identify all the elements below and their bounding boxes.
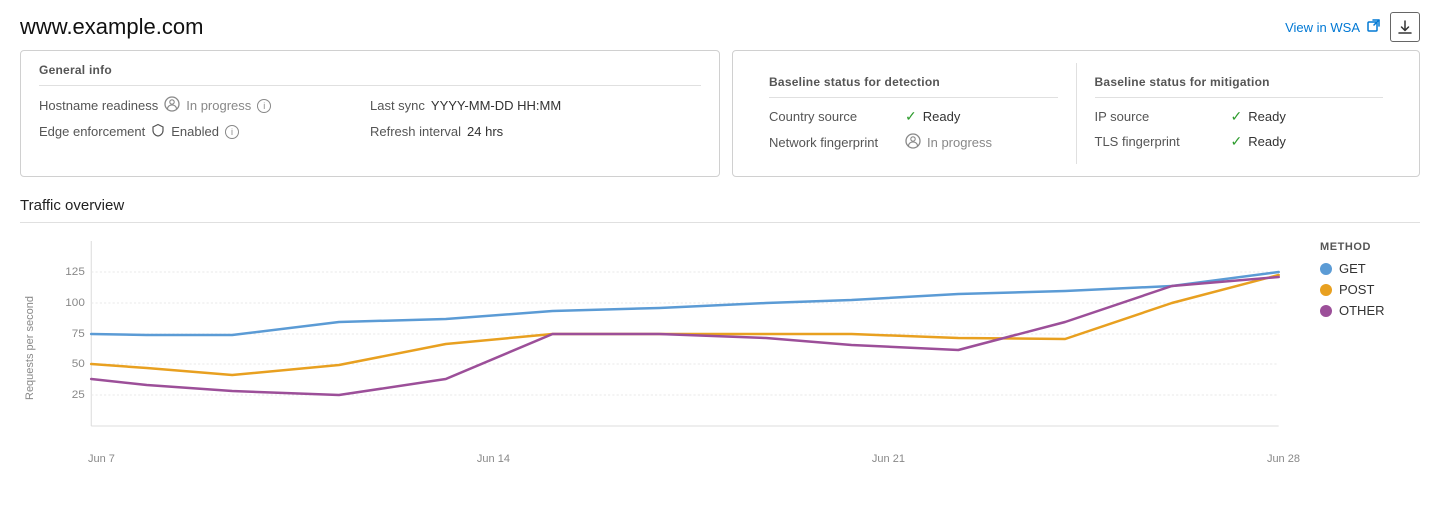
site-title: www.example.com — [20, 14, 203, 40]
tls-fingerprint-row: TLS fingerprint ✓ Ready — [1095, 133, 1384, 150]
view-in-wsa-link[interactable]: View in WSA — [1285, 19, 1380, 35]
network-fingerprint-row: Network fingerprint In progress — [769, 133, 1058, 152]
y-axis-label: Requests per second — [20, 231, 40, 465]
country-source-status: Ready — [923, 109, 961, 124]
network-fingerprint-person-icon — [905, 133, 921, 152]
baseline-mitigation-panel: Baseline status for mitigation IP source… — [1077, 63, 1402, 164]
traffic-overview-section: Traffic overview Requests per second — [0, 187, 1440, 465]
ip-source-row: IP source ✓ Ready — [1095, 108, 1384, 125]
chart-inner: 125 100 75 50 25 Jun 7 Jun 14 Jun 21 — [40, 231, 1300, 465]
legend-item-post: POST — [1320, 282, 1420, 297]
hostname-readiness-field: Hostname readiness In progress i — [39, 96, 370, 115]
baseline-mitigation-title: Baseline status for mitigation — [1095, 75, 1384, 98]
hostname-readiness-value: In progress — [186, 98, 251, 113]
refresh-interval-value: 24 hrs — [467, 124, 503, 139]
legend-title: METHOD — [1320, 241, 1420, 253]
baseline-detection-title: Baseline status for detection — [769, 75, 1058, 98]
network-fingerprint-status: In progress — [927, 135, 992, 150]
general-fields: Hostname readiness In progress i Last sy… — [39, 96, 701, 140]
panels-row: General info Hostname readiness In progr… — [0, 50, 1440, 177]
general-info-panel: General info Hostname readiness In progr… — [20, 50, 720, 177]
country-source-label: Country source — [769, 109, 899, 124]
x-label-jun21: Jun 21 — [872, 453, 905, 465]
general-info-title: General info — [39, 63, 701, 86]
x-axis-labels: Jun 7 Jun 14 Jun 21 Jun 28 — [40, 453, 1300, 465]
refresh-interval-field: Refresh interval 24 hrs — [370, 123, 701, 140]
shield-icon — [151, 123, 165, 140]
download-button[interactable] — [1390, 12, 1420, 42]
hostname-info-icon[interactable]: i — [257, 99, 271, 113]
chart-container: Requests per second — [20, 231, 1420, 465]
chart-legend: METHOD GET POST OTHER — [1300, 231, 1420, 465]
chart-svg-area: 125 100 75 50 25 — [40, 231, 1300, 451]
last-sync-field: Last sync YYYY-MM-DD HH:MM — [370, 96, 701, 115]
get-label: GET — [1339, 261, 1366, 276]
tls-fingerprint-check-icon: ✓ — [1231, 133, 1243, 150]
edge-enforcement-field: Edge enforcement Enabled i — [39, 123, 370, 140]
last-sync-value: YYYY-MM-DD HH:MM — [431, 98, 561, 113]
header-actions: View in WSA — [1285, 12, 1420, 42]
hostname-readiness-label: Hostname readiness — [39, 98, 158, 113]
other-line — [91, 277, 1278, 395]
external-link-icon — [1367, 19, 1380, 35]
post-dot — [1320, 284, 1332, 296]
country-source-row: Country source ✓ Ready — [769, 108, 1058, 125]
edge-enforcement-value: Enabled — [171, 124, 219, 139]
x-label-jun14: Jun 14 — [477, 453, 510, 465]
edge-enforcement-info-icon[interactable]: i — [225, 125, 239, 139]
refresh-interval-label: Refresh interval — [370, 124, 461, 139]
traffic-overview-title: Traffic overview — [20, 197, 1420, 223]
baseline-panels: Baseline status for detection Country so… — [732, 50, 1420, 177]
legend-item-get: GET — [1320, 261, 1420, 276]
tls-fingerprint-label: TLS fingerprint — [1095, 134, 1225, 149]
other-dot — [1320, 305, 1332, 317]
ip-source-label: IP source — [1095, 109, 1225, 124]
other-label: OTHER — [1339, 303, 1385, 318]
x-label-jun7: Jun 7 — [88, 453, 115, 465]
post-label: POST — [1339, 282, 1374, 297]
edge-enforcement-label: Edge enforcement — [39, 124, 145, 139]
svg-text:75: 75 — [72, 328, 85, 340]
svg-text:50: 50 — [72, 358, 85, 370]
legend-item-other: OTHER — [1320, 303, 1420, 318]
svg-text:100: 100 — [65, 297, 85, 309]
svg-text:25: 25 — [72, 389, 85, 401]
baseline-detection-panel: Baseline status for detection Country so… — [751, 63, 1077, 164]
last-sync-label: Last sync — [370, 98, 425, 113]
ip-source-check-icon: ✓ — [1231, 108, 1243, 125]
svg-text:125: 125 — [65, 266, 85, 278]
baseline-detection-rows: Country source ✓ Ready Network fingerpri… — [769, 108, 1058, 152]
chart-svg: 125 100 75 50 25 — [40, 231, 1300, 451]
person-icon — [164, 96, 180, 115]
get-dot — [1320, 263, 1332, 275]
tls-fingerprint-status: Ready — [1248, 134, 1286, 149]
baseline-mitigation-rows: IP source ✓ Ready TLS fingerprint ✓ Read… — [1095, 108, 1384, 150]
view-in-wsa-label: View in WSA — [1285, 20, 1360, 35]
page-header: www.example.com View in WSA — [0, 0, 1440, 50]
network-fingerprint-label: Network fingerprint — [769, 135, 899, 150]
ip-source-status: Ready — [1248, 109, 1286, 124]
x-label-jun28: Jun 28 — [1267, 453, 1300, 465]
country-source-check-icon: ✓ — [905, 108, 917, 125]
